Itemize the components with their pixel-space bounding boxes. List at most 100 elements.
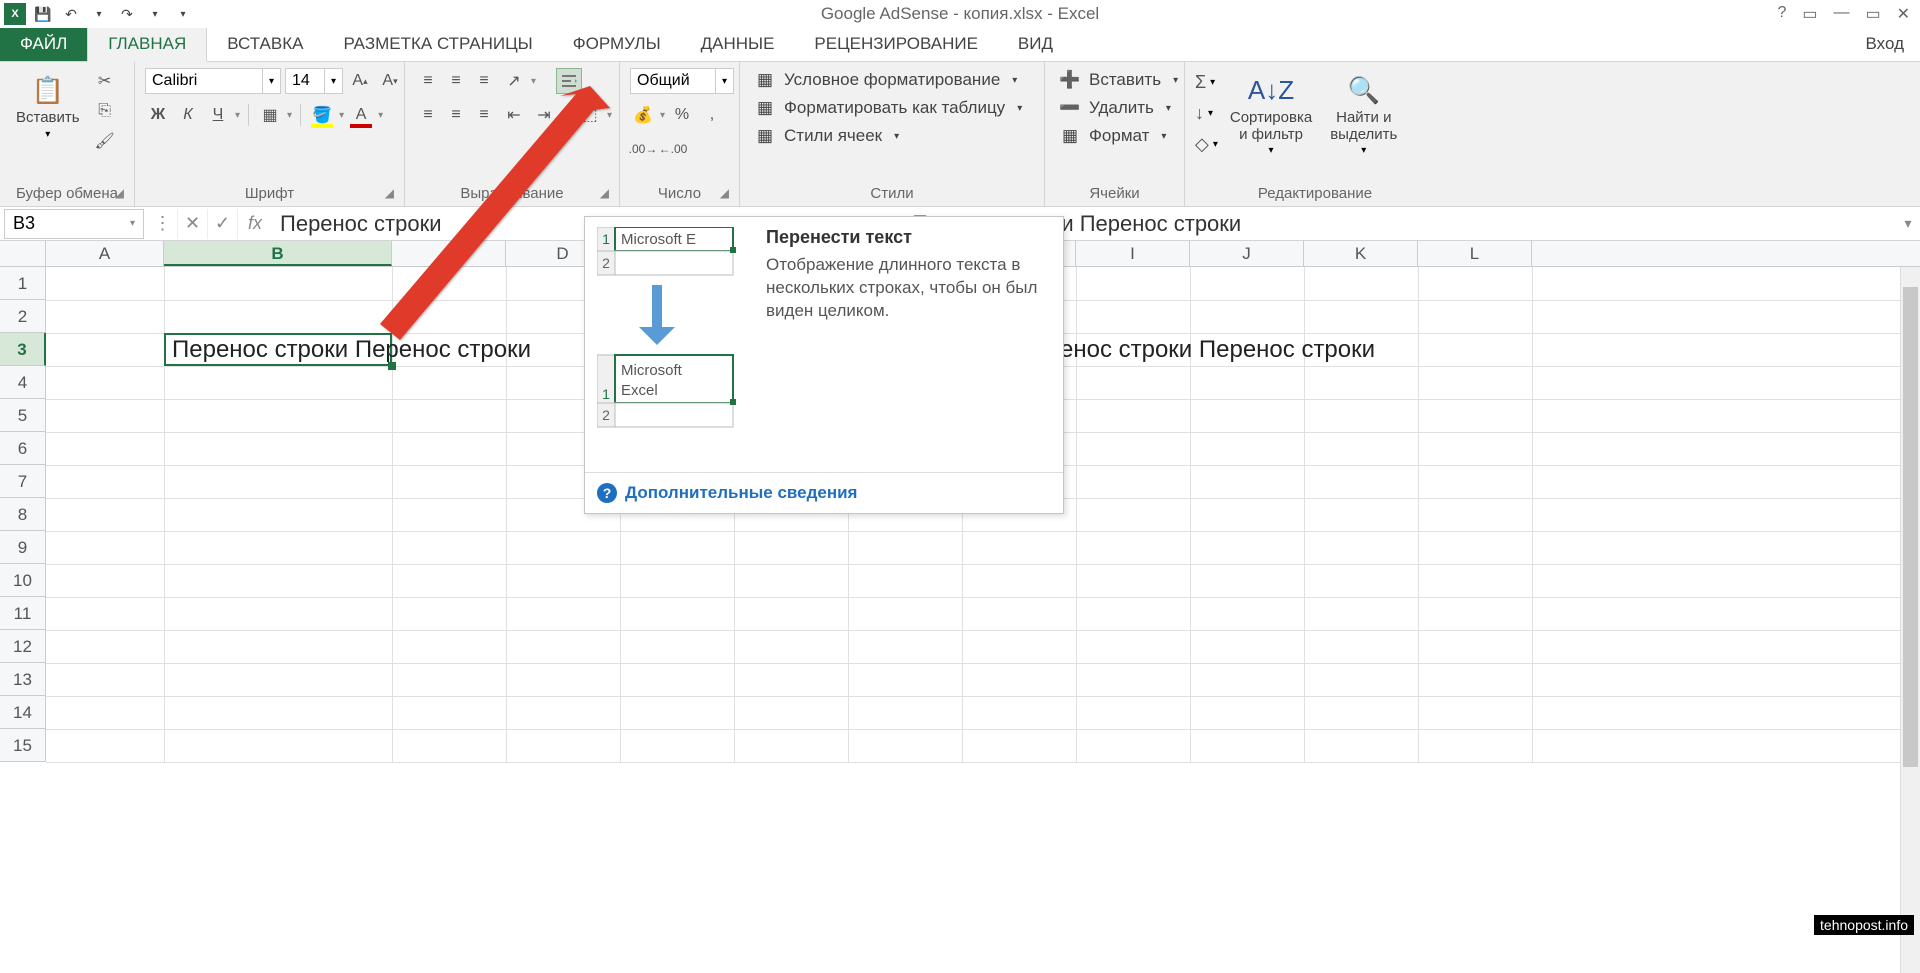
clipboard-launcher-icon[interactable]: ◢ (115, 186, 124, 200)
expand-formula-bar-icon[interactable]: ▾ (1896, 215, 1920, 232)
close-icon[interactable]: ✕ (1897, 4, 1910, 24)
find-select-button[interactable]: 🔍 Найти и выделить ▾ (1324, 68, 1403, 160)
increase-font-icon[interactable]: A▴ (347, 68, 373, 94)
align-right-icon[interactable]: ≡ (471, 102, 497, 128)
merge-center-button[interactable]: ⬚ (577, 102, 603, 128)
alignment-launcher-icon[interactable]: ◢ (600, 186, 609, 200)
align-center-icon[interactable]: ≡ (443, 102, 469, 128)
tab-data[interactable]: ДАННЫЕ (681, 27, 795, 61)
align-left-icon[interactable]: ≡ (415, 102, 441, 128)
col-header-I[interactable]: I (1076, 241, 1190, 266)
col-header-L[interactable]: L (1418, 241, 1532, 266)
font-color-icon[interactable]: A (348, 102, 374, 128)
tab-file[interactable]: ФАЙЛ (0, 27, 87, 61)
vertical-scrollbar[interactable] (1900, 267, 1920, 973)
tab-home[interactable]: ГЛАВНАЯ (87, 26, 207, 62)
tab-insert[interactable]: ВСТАВКА (207, 27, 323, 61)
help-icon[interactable]: ? (1777, 4, 1786, 24)
select-all-corner[interactable] (0, 241, 46, 266)
row-header-2[interactable]: 2 (0, 300, 46, 333)
row-header-14[interactable]: 14 (0, 696, 46, 729)
decrease-font-icon[interactable]: A▾ (377, 68, 403, 94)
delete-cells-button[interactable]: ➖Удалить▾ (1055, 96, 1182, 120)
tab-review[interactable]: РЕЦЕНЗИРОВАНИЕ (794, 27, 998, 61)
sort-filter-button[interactable]: A↓Z Сортировка и фильтр ▾ (1224, 68, 1318, 160)
cell-styles-button[interactable]: ▦Стили ячеек▾ (750, 124, 1026, 148)
copy-icon[interactable]: ⎘ (92, 98, 118, 124)
row-header-8[interactable]: 8 (0, 498, 46, 531)
col-header-C[interactable]: C (392, 241, 506, 266)
bold-button[interactable]: Ж (145, 102, 171, 128)
row-header-11[interactable]: 11 (0, 597, 46, 630)
comma-format-icon[interactable]: , (699, 102, 725, 128)
formula-menu-icon[interactable]: ⋮ (148, 209, 178, 239)
col-header-K[interactable]: K (1304, 241, 1418, 266)
number-launcher-icon[interactable]: ◢ (720, 186, 729, 200)
font-name-dropdown-icon[interactable]: ▾ (263, 68, 281, 94)
format-painter-icon[interactable]: 🖌 (92, 128, 118, 154)
font-size-input[interactable] (285, 68, 325, 94)
underline-button[interactable]: Ч (205, 102, 231, 128)
decrease-indent-icon[interactable]: ⇤ (501, 102, 527, 128)
tab-view[interactable]: ВИД (998, 27, 1073, 61)
row-header-10[interactable]: 10 (0, 564, 46, 597)
number-format-dropdown-icon[interactable]: ▾ (716, 68, 734, 94)
paste-button[interactable]: 📋 Вставить ▾ (10, 68, 86, 144)
tab-layout[interactable]: РАЗМЕТКА СТРАНИЦЫ (323, 27, 552, 61)
decrease-decimal-icon[interactable]: ←.00 (660, 136, 686, 162)
fill-icon[interactable]: ↓ (1195, 103, 1204, 124)
col-header-A[interactable]: A (46, 241, 164, 266)
number-format-input[interactable] (630, 68, 716, 94)
row-header-15[interactable]: 15 (0, 729, 46, 762)
increase-decimal-icon[interactable]: .00→ (630, 136, 656, 162)
ribbon-display-icon[interactable]: ▭ (1802, 4, 1817, 24)
cancel-formula-icon[interactable]: ✕ (178, 209, 208, 239)
cut-icon[interactable]: ✂ (92, 68, 118, 94)
row-header-12[interactable]: 12 (0, 630, 46, 663)
fx-label[interactable]: fx (238, 213, 272, 234)
row-header-3[interactable]: 3 (0, 333, 46, 366)
save-icon[interactable]: 💾 (32, 3, 54, 25)
autosum-icon[interactable]: Σ (1195, 72, 1206, 93)
increase-indent-icon[interactable]: ⇥ (531, 102, 557, 128)
align-bottom-icon[interactable]: ≡ (471, 68, 497, 94)
percent-format-icon[interactable]: % (669, 102, 695, 128)
redo-icon[interactable]: ↷ (116, 3, 138, 25)
row-header-7[interactable]: 7 (0, 465, 46, 498)
row-header-6[interactable]: 6 (0, 432, 46, 465)
italic-button[interactable]: К (175, 102, 201, 128)
borders-icon[interactable]: ▦ (257, 102, 283, 128)
tab-formulas[interactable]: ФОРМУЛЫ (553, 27, 681, 61)
insert-cells-button[interactable]: ➕Вставить▾ (1055, 68, 1182, 92)
format-as-table-button[interactable]: ▦Форматировать как таблицу▾ (750, 96, 1026, 120)
signin-link[interactable]: Вход (1850, 27, 1920, 61)
accounting-format-icon[interactable]: 💰 (630, 102, 656, 128)
font-launcher-icon[interactable]: ◢ (385, 186, 394, 200)
row-header-9[interactable]: 9 (0, 531, 46, 564)
clear-icon[interactable]: ◇ (1195, 134, 1209, 155)
wrap-text-button[interactable] (556, 68, 582, 94)
name-box[interactable]: B3▾ (4, 209, 144, 239)
font-name-input[interactable] (145, 68, 263, 94)
row-header-13[interactable]: 13 (0, 663, 46, 696)
enter-formula-icon[interactable]: ✓ (208, 209, 238, 239)
row-header-5[interactable]: 5 (0, 399, 46, 432)
formula-input[interactable]: Перенос строки и Перенос строки Перенос … (272, 211, 1896, 237)
conditional-formatting-button[interactable]: ▦Условное форматирование▾ (750, 68, 1026, 92)
tooltip-more-link[interactable]: Дополнительные сведения (625, 483, 857, 503)
row-header-1[interactable]: 1 (0, 267, 46, 300)
redo-dropdown-icon[interactable]: ▾ (144, 3, 166, 25)
orientation-icon[interactable]: ↗ (501, 68, 527, 94)
col-header-J[interactable]: J (1190, 241, 1304, 266)
format-cells-button[interactable]: ▦Формат▾ (1055, 124, 1182, 148)
maximize-icon[interactable]: ▭ (1865, 4, 1880, 24)
qat-customize-icon[interactable]: ▾ (172, 3, 194, 25)
align-middle-icon[interactable]: ≡ (443, 68, 469, 94)
align-top-icon[interactable]: ≡ (415, 68, 441, 94)
fill-color-icon[interactable]: 🪣 (309, 102, 335, 128)
scrollbar-thumb[interactable] (1903, 287, 1918, 767)
font-size-dropdown-icon[interactable]: ▾ (325, 68, 343, 94)
undo-dropdown-icon[interactable]: ▾ (88, 3, 110, 25)
row-header-4[interactable]: 4 (0, 366, 46, 399)
col-header-B[interactable]: B (164, 241, 392, 266)
